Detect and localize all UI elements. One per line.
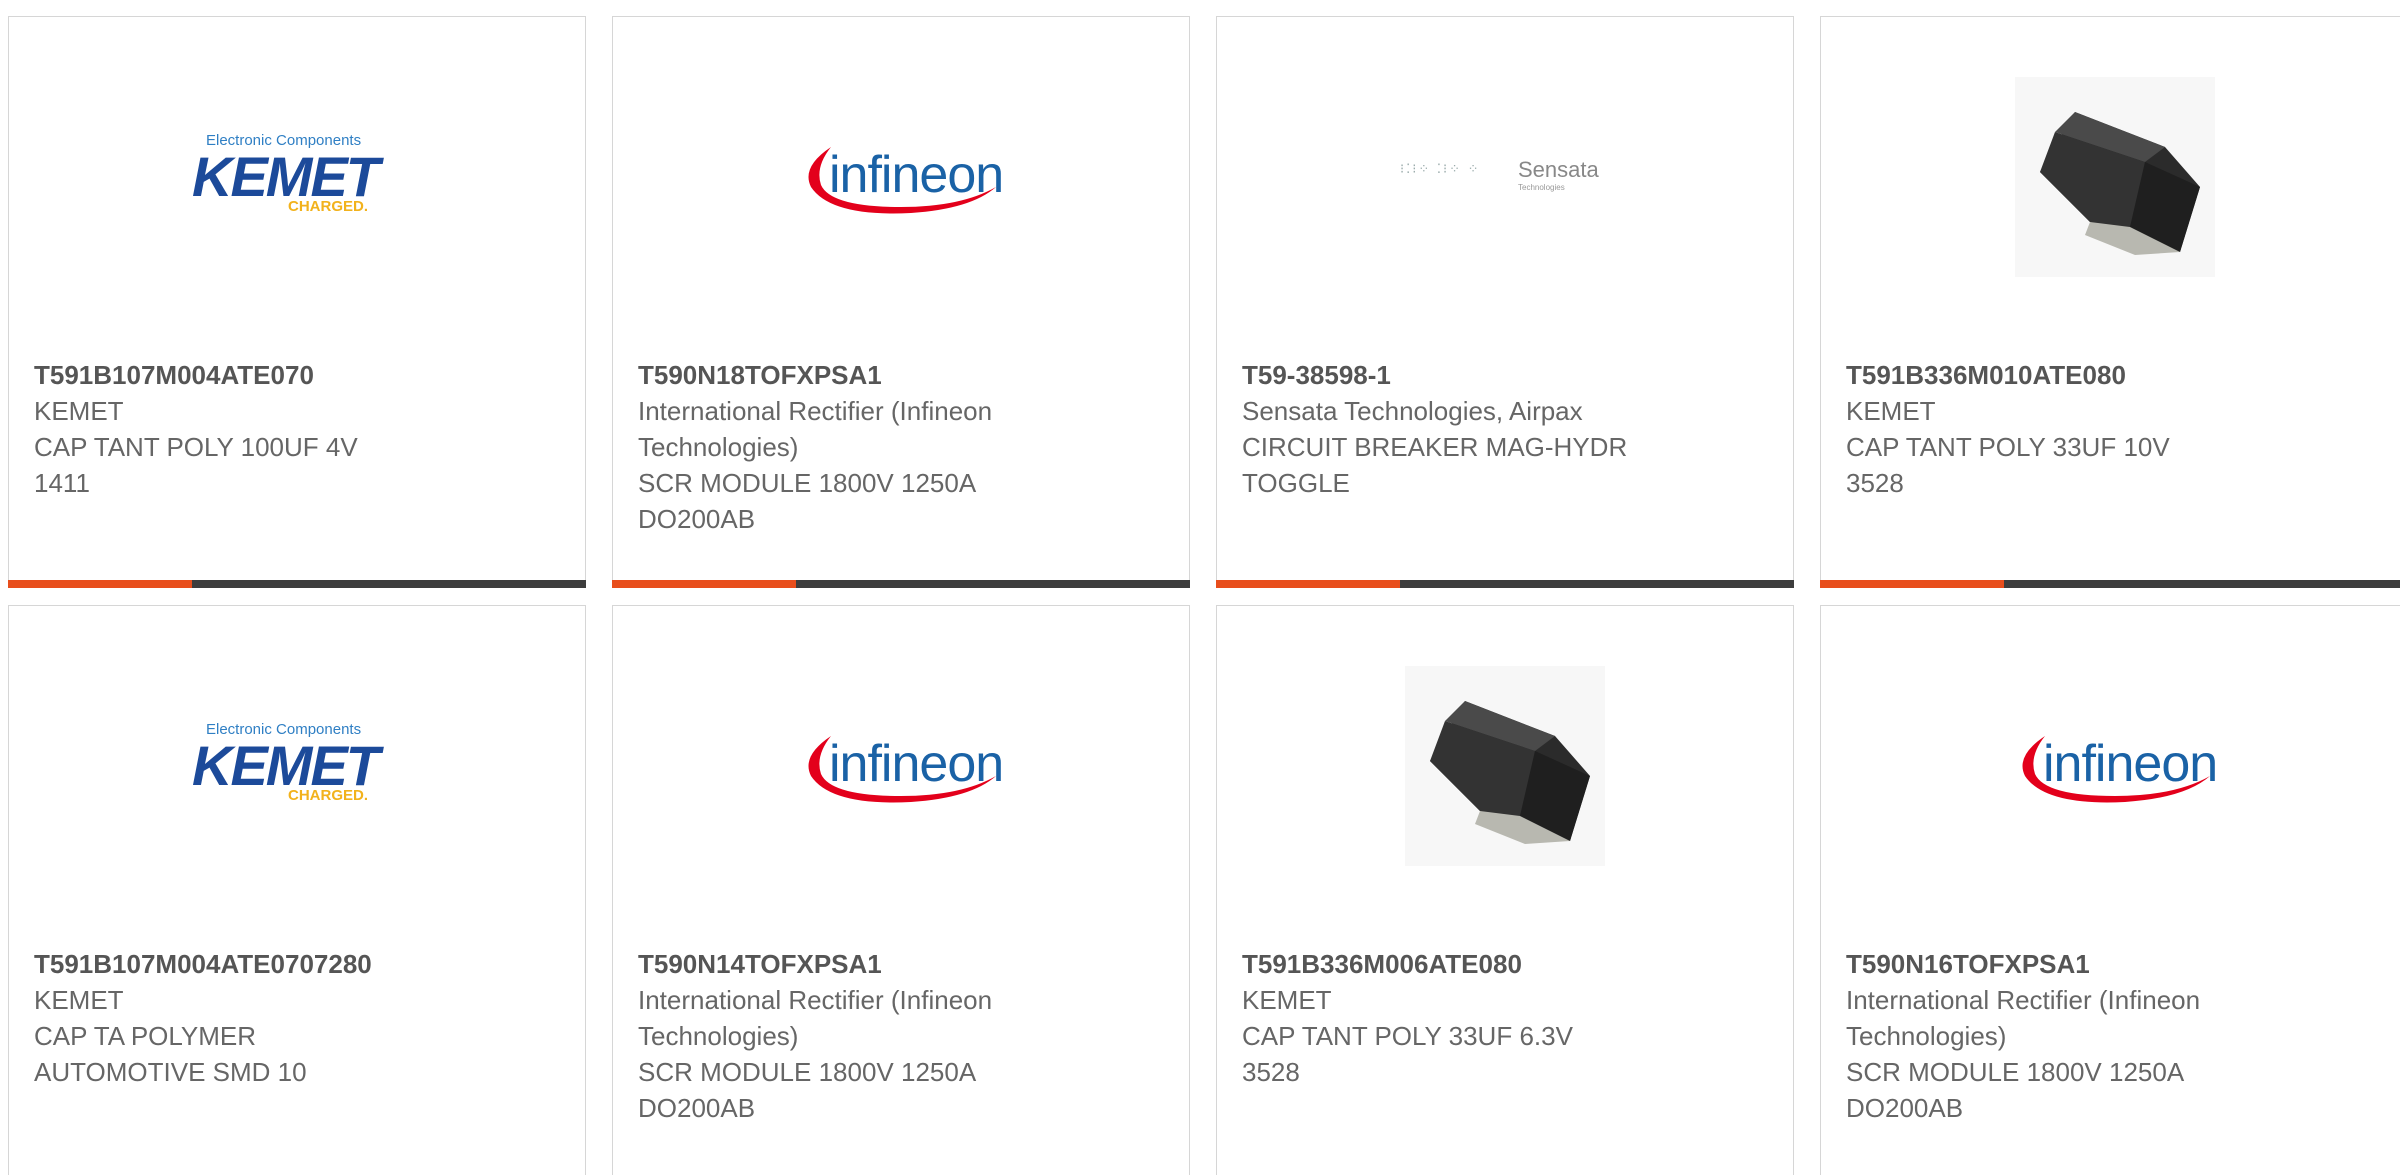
kemet-logo: Electronic Components KEMET CHARGED. (192, 132, 380, 215)
part-number[interactable]: T591B107M004ATE0707280 (34, 946, 525, 982)
card-progress-bar (1820, 580, 2400, 588)
description-line: 3528 (1242, 1057, 1300, 1087)
description-line: SCR MODULE 1800V 1250A (1846, 1057, 2185, 1087)
product-info: T590N14TOFXPSA1 International Rectifier … (638, 946, 1129, 1126)
product-card[interactable]: infineon T590N16TOFXPSA1 International R… (1820, 605, 2400, 1175)
infineon-logo: infineon (791, 127, 1011, 227)
product-card[interactable]: infineon T590N18TOFXPSA1 International R… (612, 16, 1190, 588)
product-image[interactable]: infineon (613, 646, 1189, 886)
infineon-logo: infineon (2005, 716, 2225, 816)
part-number[interactable]: T591B107M004ATE070 (34, 357, 525, 393)
manufacturer: KEMET (34, 985, 124, 1015)
product-image[interactable] (1217, 646, 1793, 886)
card-progress-bar (8, 580, 586, 588)
part-number[interactable]: T591B336M006ATE080 (1242, 946, 1733, 982)
part-number[interactable]: T59-38598-1 (1242, 357, 1733, 393)
capacitor-chip-photo (1405, 666, 1605, 866)
product-card[interactable]: Electronic Components KEMET CHARGED. T59… (8, 16, 586, 588)
description-line: CAP TANT POLY 100UF 4V (34, 432, 358, 462)
capacitor-chip-photo (2015, 77, 2215, 277)
manufacturer: International Rectifier (Infineon Techno… (1846, 985, 2201, 1051)
description-line: CAP TA POLYMER (34, 1021, 257, 1051)
product-info: T590N18TOFXPSA1 International Rectifier … (638, 357, 1129, 537)
product-image[interactable]: infineon (1821, 646, 2400, 886)
kemet-logo: Electronic Components KEMET CHARGED. (192, 721, 380, 804)
product-card[interactable]: ⁝⁚⁝⁘ ⁚⁝⁘ ⁘ Sensata Technologies T59-3859… (1216, 16, 1794, 588)
part-number[interactable]: T590N18TOFXPSA1 (638, 357, 1129, 393)
product-card[interactable]: T591B336M010ATE080 KEMET CAP TANT POLY 3… (1820, 16, 2400, 588)
card-bar-accent (1216, 580, 1400, 588)
description-line: AUTOMOTIVE SMD 10 (34, 1057, 307, 1087)
description-line: CIRCUIT BREAKER MAG-HYDR (1242, 432, 1628, 462)
part-number[interactable]: T591B336M010ATE080 (1846, 357, 2349, 393)
product-info: T59-38598-1 Sensata Technologies, Airpax… (1242, 357, 1733, 501)
description-line: SCR MODULE 1800V 1250A (638, 468, 977, 498)
description-line: TOGGLE (1242, 468, 1350, 498)
sensata-logo: ⁝⁚⁝⁘ ⁚⁝⁘ ⁘ Sensata Technologies (1400, 157, 1599, 192)
product-card[interactable]: infineon T590N14TOFXPSA1 International R… (612, 605, 1190, 1175)
card-bar-accent (1820, 580, 2004, 588)
product-image[interactable]: infineon (613, 57, 1189, 297)
manufacturer: International Rectifier (Infineon Techno… (638, 985, 993, 1051)
manufacturer: KEMET (34, 396, 124, 426)
product-image[interactable] (1821, 57, 2400, 297)
manufacturer: KEMET (1846, 396, 1936, 426)
manufacturer: KEMET (1242, 985, 1332, 1015)
product-info: T591B336M010ATE080 KEMET CAP TANT POLY 3… (1846, 357, 2349, 501)
product-card[interactable]: Electronic Components KEMET CHARGED. T59… (8, 605, 586, 1175)
part-number[interactable]: T590N14TOFXPSA1 (638, 946, 1129, 982)
description-line: DO200AB (638, 504, 756, 534)
card-bar-accent (612, 580, 796, 588)
manufacturer: Sensata Technologies, Airpax (1242, 396, 1583, 426)
sensata-dots-icon: ⁝⁚⁝⁘ ⁚⁝⁘ ⁘ (1400, 161, 1481, 176)
product-info: T591B107M004ATE070 KEMET CAP TANT POLY 1… (34, 357, 525, 501)
product-info: T591B107M004ATE0707280 KEMET CAP TA POLY… (34, 946, 525, 1090)
description-line: DO200AB (638, 1093, 756, 1123)
product-grid: Electronic Components KEMET CHARGED. T59… (0, 0, 2400, 1175)
part-number[interactable]: T590N16TOFXPSA1 (1846, 946, 2349, 982)
infineon-logo: infineon (791, 716, 1011, 816)
description-line: CAP TANT POLY 33UF 10V (1846, 432, 2170, 462)
card-progress-bar (612, 580, 1190, 588)
manufacturer: International Rectifier (Infineon Techno… (638, 396, 993, 462)
card-progress-bar (1216, 580, 1794, 588)
product-info: T591B336M006ATE080 KEMET CAP TANT POLY 3… (1242, 946, 1733, 1090)
product-image[interactable]: ⁝⁚⁝⁘ ⁚⁝⁘ ⁘ Sensata Technologies (1217, 57, 1793, 297)
product-image[interactable]: Electronic Components KEMET CHARGED. (9, 57, 585, 297)
product-info: T590N16TOFXPSA1 International Rectifier … (1846, 946, 2349, 1126)
card-bar-accent (8, 580, 192, 588)
product-image[interactable]: Electronic Components KEMET CHARGED. (9, 646, 585, 886)
description-line: DO200AB (1846, 1093, 1964, 1123)
description-line: 3528 (1846, 468, 1904, 498)
product-card[interactable]: T591B336M006ATE080 KEMET CAP TANT POLY 3… (1216, 605, 1794, 1175)
description-line: SCR MODULE 1800V 1250A (638, 1057, 977, 1087)
description-line: 1411 (34, 468, 90, 498)
description-line: CAP TANT POLY 33UF 6.3V (1242, 1021, 1573, 1051)
